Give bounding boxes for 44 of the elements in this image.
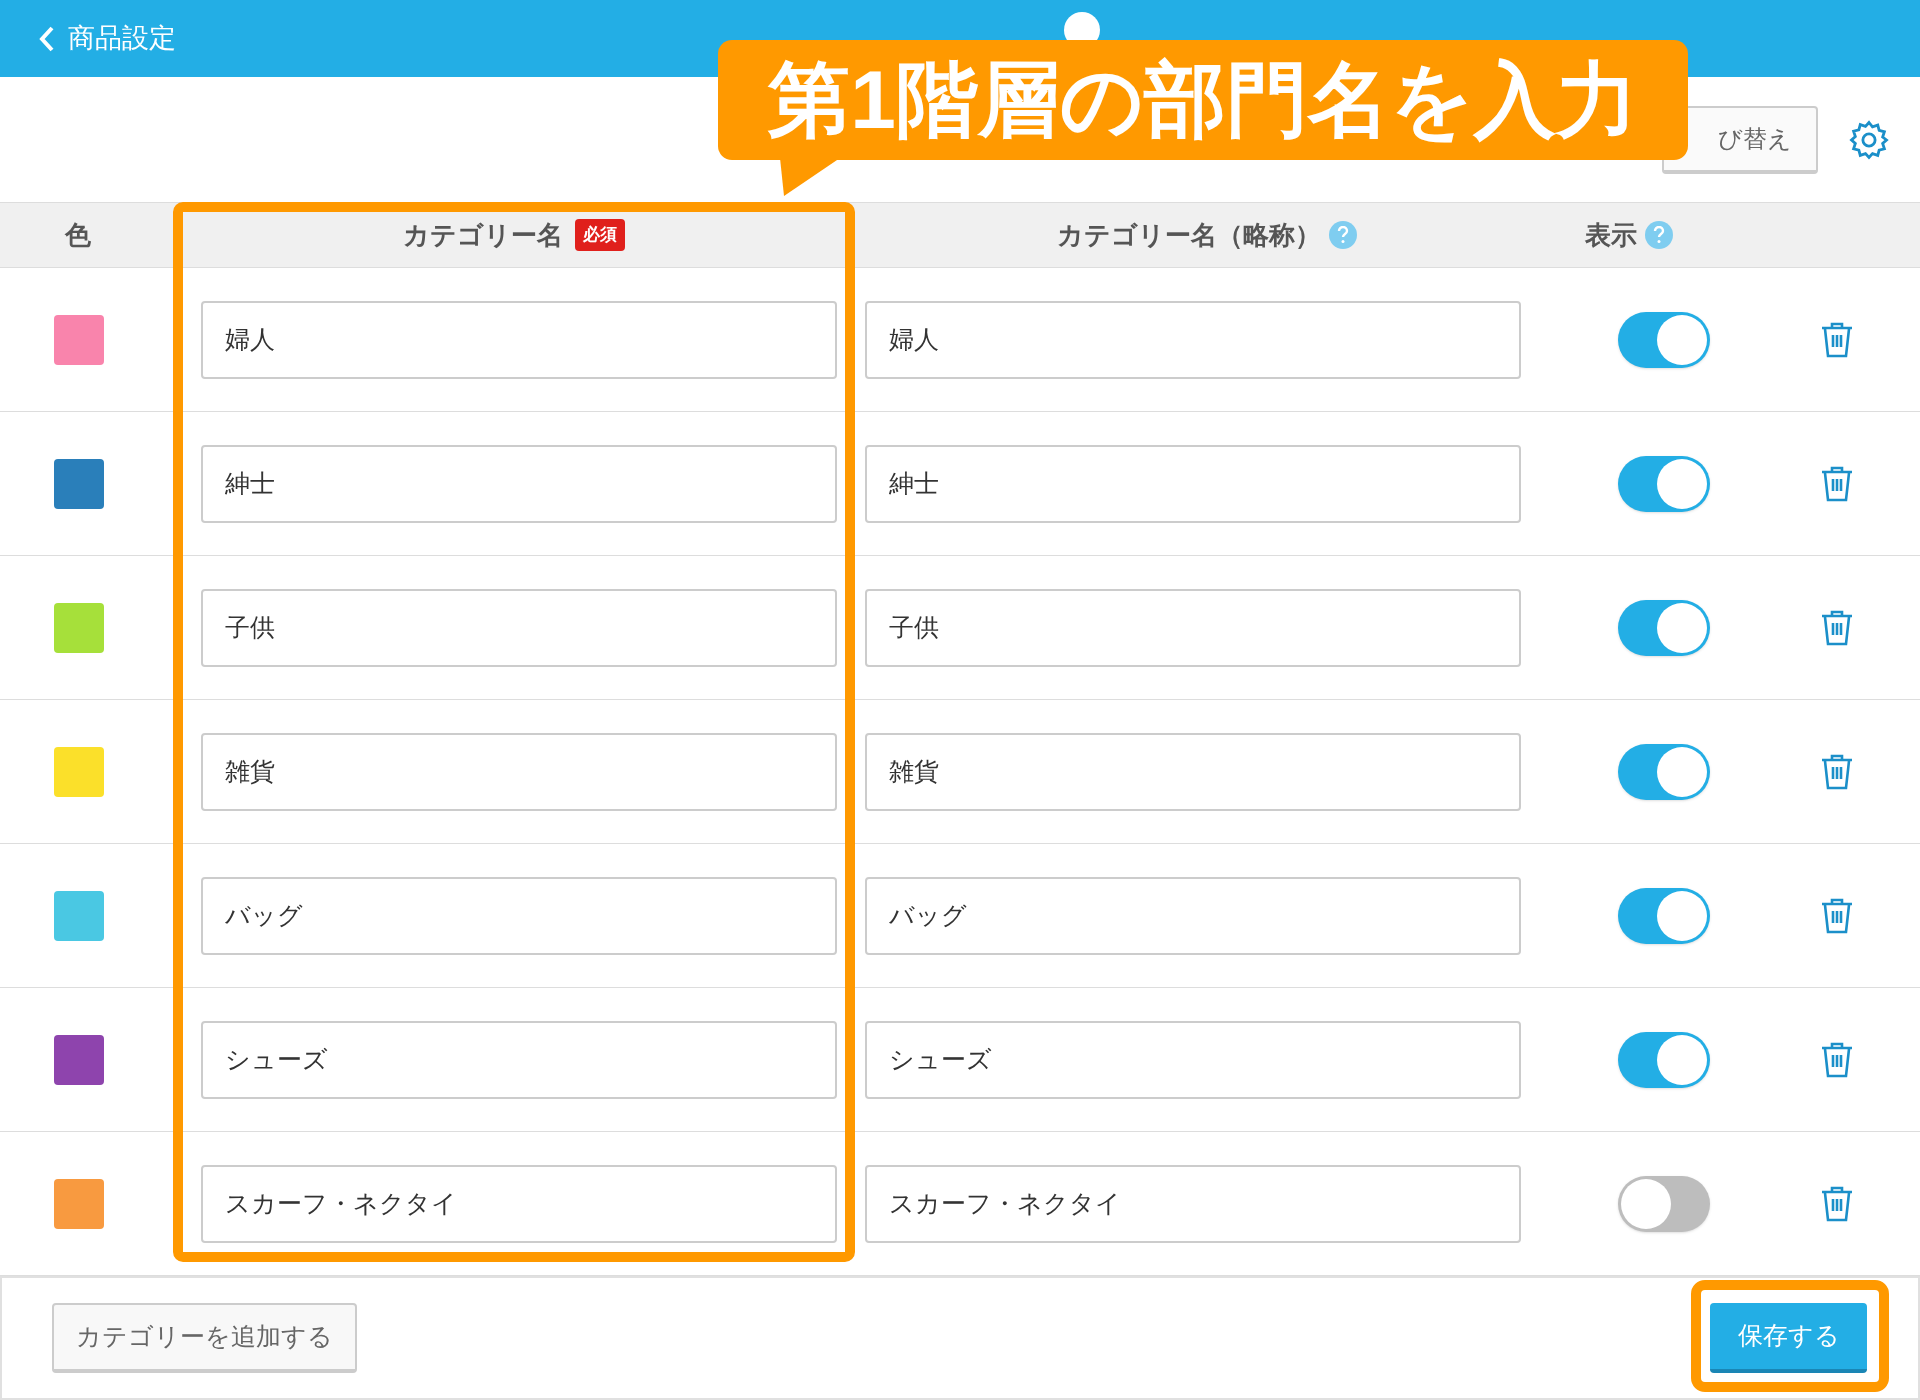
- category-name-field[interactable]: 子供: [201, 588, 837, 667]
- trash-icon[interactable]: [1820, 1040, 1854, 1079]
- short-name-field[interactable]: 婦人: [865, 300, 1521, 379]
- required-badge: 必須: [575, 219, 625, 251]
- short-name-field[interactable]: 紳士: [865, 444, 1521, 523]
- category-name-field[interactable]: バッグ: [201, 876, 837, 955]
- color-swatch[interactable]: [54, 746, 104, 797]
- trash-icon[interactable]: [1820, 752, 1854, 791]
- column-header: カテゴリー名: [403, 218, 563, 252]
- short-name-field[interactable]: 子供: [865, 588, 1521, 667]
- trash-icon[interactable]: [1820, 608, 1854, 647]
- color-swatch[interactable]: [54, 602, 104, 653]
- short-name-field[interactable]: バッグ: [865, 876, 1521, 955]
- visibility-toggle[interactable]: [1618, 1175, 1710, 1232]
- back-icon: [38, 24, 56, 53]
- trash-icon[interactable]: [1820, 896, 1854, 935]
- visibility-toggle[interactable]: [1618, 887, 1710, 944]
- add-category-button[interactable]: カテゴリーを追加する: [52, 1303, 357, 1373]
- column-header: カテゴリー名（略称）: [1056, 218, 1321, 252]
- visibility-toggle[interactable]: [1618, 1031, 1710, 1088]
- category-name-field[interactable]: 雑貨: [201, 732, 837, 811]
- category-name-field[interactable]: 紳士: [201, 444, 837, 523]
- color-swatch[interactable]: [54, 890, 104, 941]
- category-name-field[interactable]: 婦人: [201, 300, 837, 379]
- trash-icon[interactable]: [1820, 464, 1854, 503]
- color-swatch[interactable]: [54, 1178, 104, 1229]
- short-name-field[interactable]: スカーフ・ネクタイ: [865, 1164, 1521, 1243]
- callout-text: 第1階層の部門名を入力: [768, 59, 1638, 141]
- column-header: 色: [63, 218, 92, 252]
- visibility-toggle[interactable]: [1618, 599, 1710, 656]
- color-swatch[interactable]: [54, 458, 104, 509]
- visibility-toggle[interactable]: [1618, 743, 1710, 800]
- visibility-toggle[interactable]: [1618, 311, 1710, 368]
- settings-icon[interactable]: [1848, 118, 1890, 161]
- color-swatch[interactable]: [54, 1034, 104, 1085]
- trash-icon[interactable]: [1820, 320, 1854, 359]
- visibility-toggle[interactable]: [1618, 455, 1710, 512]
- color-swatch[interactable]: [54, 314, 104, 365]
- column-header: 表示: [1585, 218, 1637, 252]
- category-name-field[interactable]: スカーフ・ネクタイ: [201, 1164, 837, 1243]
- category-name-field[interactable]: シューズ: [201, 1020, 837, 1099]
- short-name-field[interactable]: 雑貨: [865, 732, 1521, 811]
- trash-icon[interactable]: [1820, 1184, 1854, 1223]
- short-name-field[interactable]: シューズ: [865, 1020, 1521, 1099]
